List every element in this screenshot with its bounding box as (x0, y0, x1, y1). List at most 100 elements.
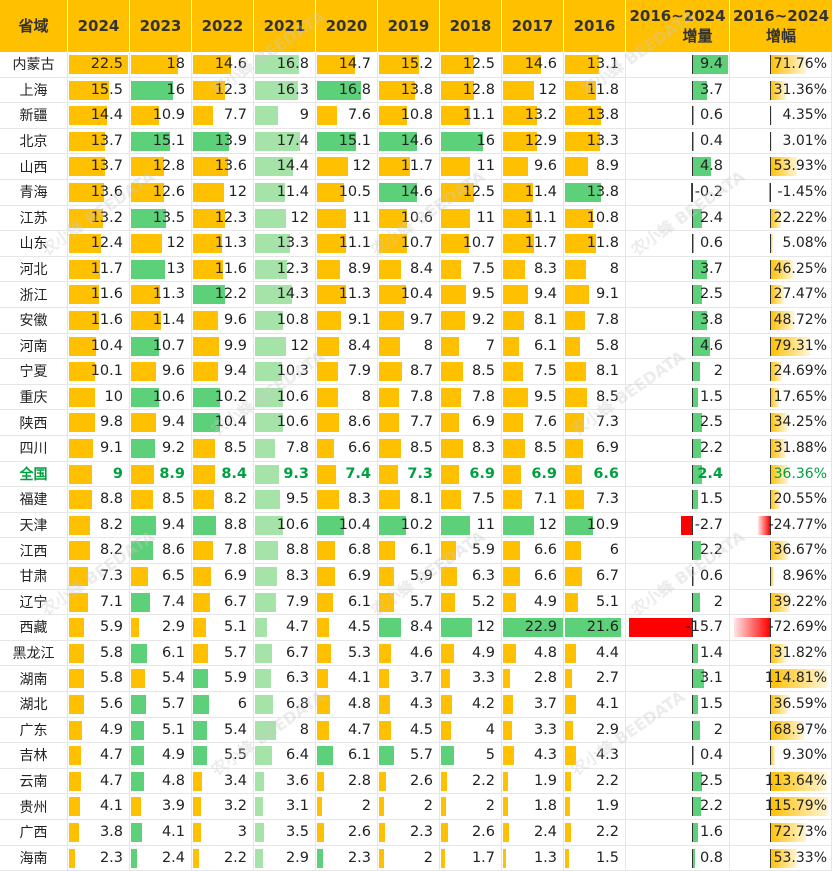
value-label: 2.6 (471, 824, 495, 840)
value-label: 6.9 (347, 568, 371, 584)
value-cell: 1.5 (564, 845, 626, 871)
value-label: 12.4 (90, 235, 123, 252)
value-cell: 8.5 (564, 384, 626, 411)
value-bar (69, 387, 96, 407)
value-cell: 6.9 (192, 564, 254, 590)
value-cell: 4.1 (316, 666, 378, 692)
value-label: 11.6 (90, 286, 123, 303)
value-cell: 4.7 (68, 743, 130, 769)
value-bar (317, 797, 323, 817)
value-cell: 11 (316, 205, 378, 232)
value-bar (565, 771, 571, 791)
value-cell: 14.6 (502, 52, 564, 78)
value-bar (255, 643, 273, 663)
value-label: 11.7 (400, 158, 433, 175)
value-label: 2 (423, 849, 433, 866)
value-label: 11.4 (152, 312, 185, 328)
table-row: 吉林 4.7 4.9 5.5 6.4 6.1 5.7 5 4.3 4.3 0.4 9.30% (0, 743, 832, 769)
province-cell: 重庆 (0, 384, 68, 411)
value-cell: 11.3 (130, 282, 192, 308)
value-cell: 15.2 (378, 52, 440, 78)
value-label: 11.8 (586, 235, 619, 252)
value-label: 10.9 (152, 107, 185, 124)
increase-cell: 2.2 (626, 538, 730, 564)
value-label: 2.9 (595, 721, 619, 738)
value-cell: 7.5 (440, 256, 502, 283)
value-cell: 2 (378, 794, 440, 820)
value-bar (193, 336, 219, 356)
increase-axis (692, 80, 693, 100)
value-label: 5.4 (161, 670, 185, 687)
value-cell: 14.7 (316, 52, 378, 78)
value-label: 4.8 (347, 696, 371, 712)
value-label: 3.4 (223, 772, 247, 789)
increase-axis (692, 515, 693, 535)
value-bar (131, 234, 163, 254)
increase-axis (692, 464, 693, 484)
province-cell: 北京 (0, 128, 68, 155)
increase-axis (692, 413, 693, 433)
value-label: 9.6 (533, 158, 557, 175)
province-cell: 贵州 (0, 794, 68, 820)
value-cell: 6.7 (192, 589, 254, 616)
value-label: 12.6 (152, 184, 185, 200)
value-cell: 11 (440, 154, 502, 180)
value-cell: 6.8 (316, 538, 378, 564)
value-label: 12.9 (524, 132, 557, 149)
value-bar (193, 439, 216, 458)
value-cell: 2.2 (192, 845, 254, 871)
value-bar (255, 336, 287, 356)
value-label: 12.3 (214, 209, 247, 226)
growth-label: 31.82% (773, 644, 827, 661)
province-cell: 海南 (0, 845, 68, 871)
value-cell: 7.8 (564, 308, 626, 334)
value-label: 9.6 (161, 363, 185, 380)
growth-label: 20.55% (773, 491, 827, 508)
province-cell: 湖北 (0, 692, 68, 718)
growth-cell: 113.64% (730, 768, 832, 795)
value-cell: 8.6 (130, 538, 192, 564)
province-cell: 宁夏 (0, 359, 68, 385)
value-bar (379, 669, 389, 689)
growth-axis (770, 336, 771, 356)
increase-cell: -15.7 (626, 615, 730, 641)
value-label: 11.1 (338, 235, 371, 252)
value-cell: 9.7 (378, 308, 440, 334)
table-row: 内蒙古 22.5 18 14.6 16.8 14.7 15.2 12.5 14.6 13.1 9.4… (0, 52, 832, 78)
value-bar (565, 490, 585, 510)
value-cell: 4.8 (130, 768, 192, 795)
table-row: 宁夏 10.1 9.6 9.4 10.3 7.9 8.7 8.5 7.5 8.1 2 24.69% (0, 359, 832, 385)
value-bar (131, 771, 144, 791)
value-label: 10.6 (276, 388, 309, 405)
growth-label: 68.97% (773, 721, 827, 738)
value-label: 7.4 (345, 465, 371, 482)
value-bar (379, 823, 385, 842)
value-cell: 8.2 (68, 538, 130, 564)
value-cell: 1.7 (440, 845, 502, 871)
value-cell: 4.3 (564, 743, 626, 769)
increase-label: 2.5 (699, 414, 723, 431)
value-bar (255, 848, 263, 868)
value-bar (131, 464, 155, 484)
value-bar (255, 746, 272, 766)
value-label: 8.5 (161, 491, 185, 508)
value-label: 10 (104, 388, 123, 405)
growth-axis (770, 541, 771, 561)
value-cell: 11.4 (130, 308, 192, 334)
increase-cell: 0.6 (626, 564, 730, 590)
value-label: 1.3 (533, 849, 557, 866)
increase-label: 1.4 (699, 644, 723, 661)
province-cell: 青海 (0, 180, 68, 206)
value-label: 5.2 (471, 593, 495, 610)
growth-cell: 34.25% (730, 410, 832, 436)
value-cell: 11 (440, 512, 502, 539)
growth-label: 115.79% (764, 798, 827, 815)
value-cell: 4.3 (502, 743, 564, 769)
value-bar (193, 183, 225, 202)
increase-cell: 1.5 (626, 487, 730, 513)
value-bar (131, 515, 156, 535)
value-label: 4.3 (595, 747, 619, 764)
value-cell: 14.4 (254, 154, 316, 180)
value-bar (503, 490, 522, 510)
value-cell: 4.1 (68, 794, 130, 820)
